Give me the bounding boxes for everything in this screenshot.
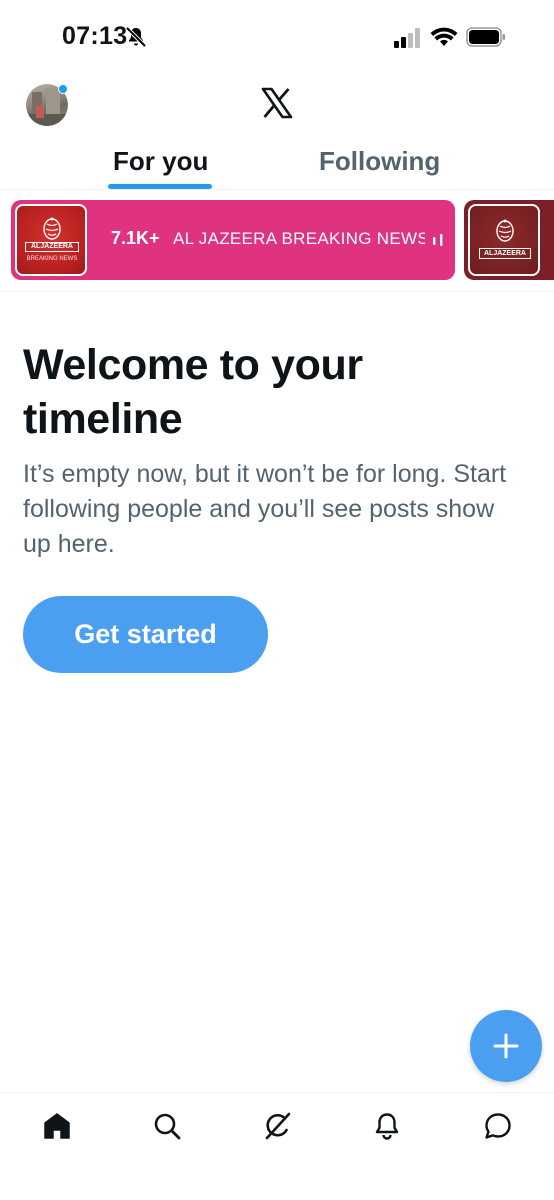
bottom-navigation [0,1092,554,1200]
tab-following[interactable]: Following [319,146,440,177]
home-icon[interactable] [42,1111,72,1141]
tab-for-you[interactable]: For you [113,146,208,177]
aljazeera-thumbnail: ALJAZEERA BREAKING NEWS [15,204,87,276]
live-broadcast-card-2[interactable]: ALJAZEERA [464,200,554,280]
status-time: 07:13 [62,22,128,50]
grok-icon[interactable] [262,1111,292,1141]
bell-slash-icon [125,26,147,48]
aljazeera-emblem-icon [496,219,514,242]
listener-count: 7.1K+ [111,228,160,248]
x-logo-icon [261,87,293,119]
wifi-icon [430,27,458,46]
timeline-tabs: For you Following [0,140,554,190]
aljazeera-thumbnail-2: ALJAZEERA [468,204,540,276]
aljazeera-logo-label: ALJAZEERA [25,242,79,252]
aljazeera-logo-label-2: ALJAZEERA [479,248,531,259]
compose-post-button[interactable] [470,1010,542,1082]
notification-dot [58,84,68,94]
live-broadcast-card[interactable]: ALJAZEERA BREAKING NEWS 7.1K+ AL JAZEERA… [11,200,455,280]
search-icon[interactable] [152,1111,182,1141]
bell-icon[interactable] [372,1111,402,1141]
welcome-body: It’s empty now, but it won’t be for long… [23,460,507,558]
live-spaces-strip: ALJAZEERA BREAKING NEWS 7.1K+ AL JAZEERA… [0,190,554,292]
cellular-signal-icon [394,28,420,48]
battery-icon [466,27,505,47]
plus-icon [493,1033,519,1059]
message-icon[interactable] [483,1111,513,1141]
broadcast-title: AL JAZEERA BREAKING NEWS [173,229,425,248]
tab-active-indicator [108,184,212,189]
audio-wave-icon [433,234,443,246]
breaking-news-label: BREAKING NEWS [26,256,78,262]
get-started-button[interactable]: Get started [23,596,268,673]
status-bar: 07:13 [0,0,554,76]
welcome-title: Welcome to your timeline [23,341,363,443]
aljazeera-emblem-icon [43,217,61,240]
